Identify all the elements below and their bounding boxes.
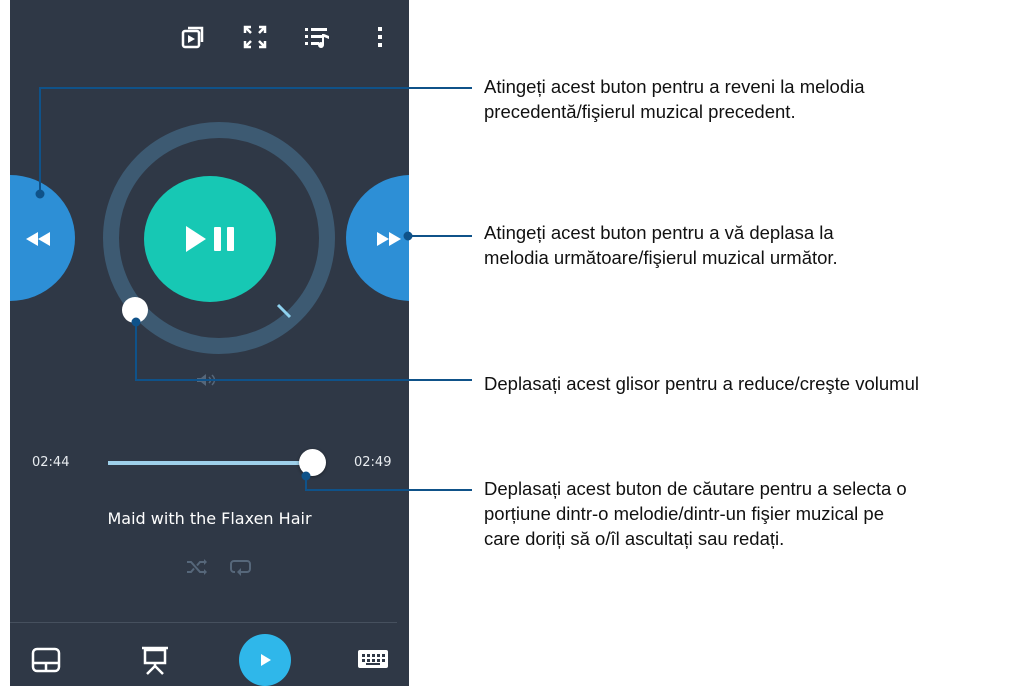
callout-previous-line-1: Atingeți acest buton pentru a reveni la … [484, 76, 865, 97]
callout-next-line-2: melodia următoare/fişierul muzical următ… [484, 247, 838, 268]
speaker-icon [197, 374, 216, 386]
callout-previous-line-2: precedentă/fişierul muzical precedent. [484, 101, 796, 122]
play-icon [261, 654, 271, 666]
shuffle-icon[interactable] [186, 558, 208, 576]
callout-next: Atingeți acest buton pentru a vă deplasa… [484, 220, 838, 270]
fast-forward-icon [377, 232, 401, 246]
seek-bar[interactable] [108, 449, 327, 476]
callout-next-line-1: Atingeți acest buton pentru a vă deplasa… [484, 222, 834, 243]
total-time: 02:49 [354, 455, 392, 470]
volume-slider-knob[interactable] [122, 297, 148, 323]
elapsed-time: 02:44 [32, 455, 70, 470]
callout-previous: Atingeți acest buton pentru a reveni la … [484, 74, 865, 124]
repeat-icon[interactable] [230, 557, 252, 577]
previous-button[interactable] [10, 175, 75, 301]
callout-seek-line-1: Deplasați acest buton de căutare pentru … [484, 478, 907, 499]
callout-seek-line-3: care doriți să o/îl ascultați sau redați… [484, 528, 785, 549]
next-button[interactable] [346, 175, 409, 301]
callout-volume-line-1: Deplasați acest glisor pentru a reduce/c… [484, 373, 919, 394]
rewind-icon [26, 232, 50, 246]
keyboard-icon[interactable] [357, 648, 389, 670]
seek-bar-progress [108, 461, 313, 465]
playlist-icon[interactable] [302, 22, 332, 52]
play-pause-button[interactable] [144, 176, 276, 302]
presentation-icon[interactable] [141, 645, 169, 675]
callout-seek: Deplasați acest buton de căutare pentru … [484, 476, 907, 551]
video-icon[interactable] [178, 22, 208, 52]
bottom-divider [10, 622, 397, 623]
fullscreen-icon[interactable] [240, 22, 270, 52]
play-button[interactable] [239, 634, 291, 686]
play-pause-icon [186, 226, 234, 252]
callout-volume: Deplasați acest glisor pentru a reduce/c… [484, 371, 919, 396]
callout-seek-line-2: porțiune dintr-o melodie/dintr-un fişier… [484, 503, 884, 524]
touchpad-icon[interactable] [31, 647, 61, 673]
track-title: Maid with the Flaxen Hair [107, 509, 312, 528]
seek-knob[interactable] [299, 449, 327, 476]
more-options-icon[interactable] [365, 22, 395, 52]
music-player-screen: 02:44 02:49 Maid with the Flaxen Hair [10, 0, 409, 686]
